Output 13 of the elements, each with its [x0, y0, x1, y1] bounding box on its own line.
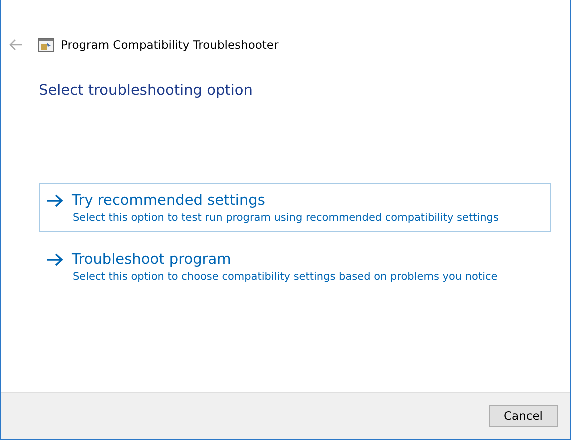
arrow-icon [46, 194, 64, 208]
window-title: Program Compatibility Troubleshooter [61, 38, 279, 52]
arrow-icon [46, 253, 64, 267]
option-title: Troubleshoot program [72, 252, 232, 268]
program-window-icon [38, 38, 54, 52]
option-link[interactable]: Try recommended settings Select this option to test run program using recommended compatibility settings [39, 183, 551, 232]
option-description: Select this option to choose compatibility settings based on problems you notice [73, 271, 499, 283]
option-link[interactable]: Troubleshoot program Select this option to choose compatibility settings based on problems you notice [39, 242, 551, 291]
cancel-button[interactable]: Cancel [489, 405, 558, 427]
page-heading: Select troubleshooting option [39, 83, 254, 99]
option-title: Try recommended settings [72, 193, 266, 209]
option-description: Select this option to test run program using recommended compatibility settings [73, 212, 500, 224]
back-button[interactable] [9, 39, 23, 51]
